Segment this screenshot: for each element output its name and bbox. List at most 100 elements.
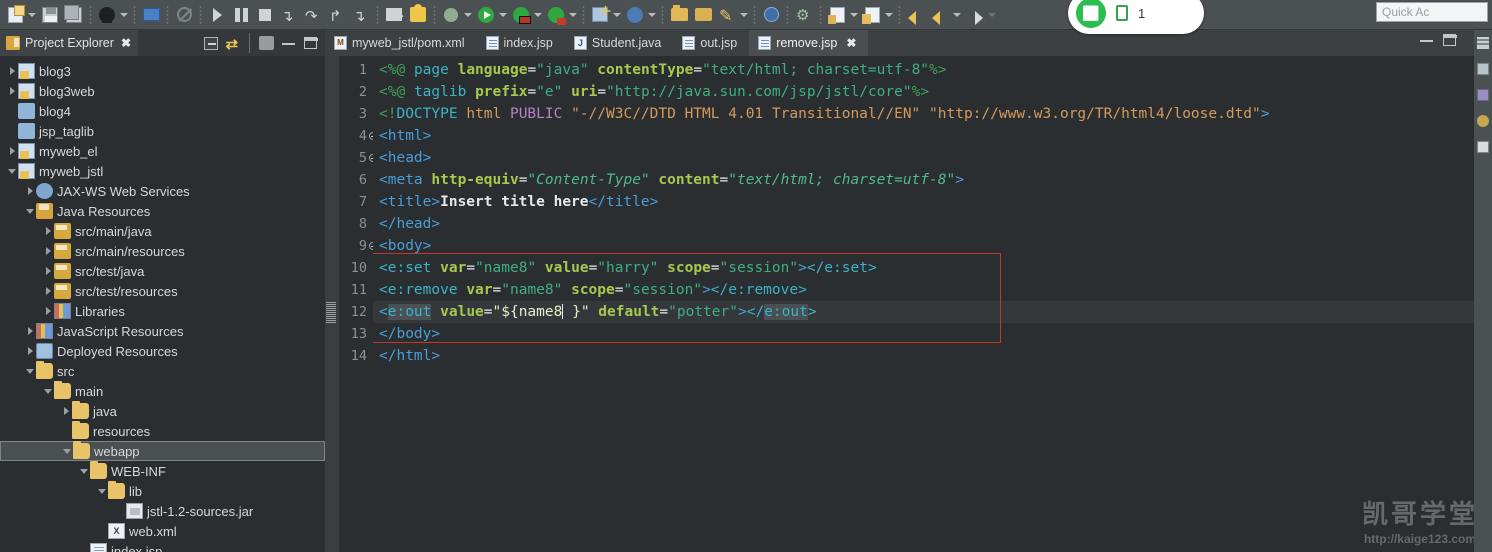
code-line-13[interactable]: </body> (373, 323, 1492, 345)
code-line-12[interactable]: <e:out value="${name8 }" default="potter… (373, 301, 1492, 323)
code-line-2[interactable]: <%@ taglib prefix="e" uri="http://java.s… (373, 81, 1492, 103)
run-button[interactable] (474, 2, 509, 28)
tree-item-index-jsp[interactable]: index.jsp (0, 541, 325, 552)
step-return-button[interactable] (325, 2, 349, 28)
user-profile-button[interactable] (95, 2, 130, 28)
tree-item-web-xml[interactable]: Xweb.xml (0, 521, 325, 541)
step-over-button[interactable] (301, 2, 325, 28)
chevron-down-icon[interactable] (738, 4, 749, 26)
next-annotation-button[interactable] (860, 2, 895, 28)
expand-twisty-icon[interactable] (24, 341, 36, 361)
quick-access-input[interactable]: Quick Ac (1376, 2, 1488, 22)
code-line-10[interactable]: <e:set var="name8" value="harry" scope="… (373, 257, 1492, 279)
code-line-5[interactable]: <head> (373, 147, 1492, 169)
editor-tab-remove-jsp[interactable]: remove.jsp ✖ (749, 30, 869, 56)
collapse-twisty-icon[interactable] (61, 441, 73, 461)
code-line-6[interactable]: <meta http-equiv="Content-Type" content=… (373, 169, 1492, 191)
forward-button[interactable] (963, 2, 998, 28)
code-line-11[interactable]: <e:remove var="name8" scope="session"></… (373, 279, 1492, 301)
open-web-browser-button[interactable] (759, 2, 783, 28)
resume-button[interactable] (205, 2, 229, 28)
new-wizard-button[interactable] (3, 2, 38, 28)
editor-tab-student-java[interactable]: J Student.java (565, 30, 674, 56)
chevron-down-icon[interactable] (883, 4, 894, 26)
terminate-button[interactable] (253, 2, 277, 28)
code-line-8[interactable]: </head> (373, 213, 1492, 235)
open-type-button[interactable] (667, 2, 691, 28)
tree-item-deployed-resources[interactable]: Deployed Resources (0, 341, 325, 361)
tree-item-blog4[interactable]: blog4 (0, 101, 325, 121)
chevron-down-icon[interactable] (986, 4, 997, 26)
tree-item-blog3web[interactable]: blog3web (0, 81, 325, 101)
chevron-down-icon[interactable] (462, 4, 473, 26)
tree-item-libraries[interactable]: Libraries (0, 301, 325, 321)
maximize-button[interactable] (299, 32, 321, 54)
chevron-down-icon[interactable] (611, 4, 622, 26)
tree-item-lib[interactable]: lib (0, 481, 325, 501)
tree-item-src-test-resources[interactable]: src/test/resources (0, 281, 325, 301)
tree-item-main[interactable]: main (0, 381, 325, 401)
editor-maximize-button[interactable] (1443, 34, 1457, 46)
tree-item-java-resources[interactable]: Java Resources (0, 201, 325, 221)
code-line-1[interactable]: <%@ page language="java" contentType="te… (373, 59, 1492, 81)
new-server-button[interactable] (382, 2, 406, 28)
skip-breakpoints-button[interactable] (172, 2, 196, 28)
expand-twisty-icon[interactable] (42, 241, 54, 261)
tree-item-jax-ws-web-services[interactable]: JAX-WS Web Services (0, 181, 325, 201)
expand-twisty-icon[interactable] (42, 221, 54, 241)
new-project-wizard-button[interactable] (588, 1, 623, 28)
tree-item-blog3[interactable]: blog3 (0, 61, 325, 81)
run-external-tools-button[interactable] (509, 2, 544, 28)
expand-twisty-icon[interactable] (24, 321, 36, 341)
editor-minimize-button[interactable] (1420, 38, 1433, 42)
fastview-properties-button[interactable] (1474, 134, 1492, 160)
chevron-down-icon[interactable] (848, 4, 859, 26)
editor-marker-gutter[interactable] (325, 56, 339, 552)
editor-tab-index-jsp[interactable]: index.jsp (477, 30, 565, 56)
save-all-button[interactable] (62, 2, 86, 28)
step-into-button[interactable] (277, 2, 301, 28)
tree-item-webapp[interactable]: webapp (0, 441, 325, 461)
tree-item-javascript-resources[interactable]: JavaScript Resources (0, 321, 325, 341)
fastview-outline-button[interactable] (1474, 30, 1492, 56)
collapse-twisty-icon[interactable] (6, 161, 18, 181)
code-line-3[interactable]: <!DOCTYPE html PUBLIC "-//W3C//DTD HTML … (373, 103, 1492, 125)
svn-button[interactable] (623, 2, 658, 28)
close-icon[interactable]: ✖ (121, 36, 131, 50)
tree-item-java[interactable]: java (0, 401, 325, 421)
code-text-area[interactable]: <%@ page language="java" contentType="te… (373, 56, 1492, 552)
floating-status-widget[interactable]: 1 (1068, 0, 1204, 34)
chevron-down-icon[interactable] (26, 4, 37, 26)
tree-item-src-test-java[interactable]: src/test/java (0, 261, 325, 281)
expand-twisty-icon[interactable] (42, 301, 54, 321)
project-tree[interactable]: blog3 blog3web blog4 jsp_taglib myweb_el mywe… (0, 56, 325, 552)
chevron-down-icon[interactable] (532, 4, 543, 26)
tree-item-src-main-resources[interactable]: src/main/resources (0, 241, 325, 261)
collapse-twisty-icon[interactable] (78, 461, 90, 481)
view-menu-button[interactable] (255, 32, 277, 54)
minimize-button[interactable] (277, 32, 299, 54)
editor-tab-myweb-jstl-pom-xml[interactable]: Mmyweb_jstl/pom.xml (325, 30, 477, 56)
chevron-down-icon[interactable] (118, 4, 129, 26)
expand-twisty-icon[interactable] (24, 181, 36, 201)
tree-item-web-inf[interactable]: WEB-INF (0, 461, 325, 481)
collapse-twisty-icon[interactable] (96, 481, 108, 501)
code-line-14[interactable]: </html> (373, 345, 1492, 367)
fastview-snippets-button[interactable] (1474, 82, 1492, 108)
tree-item-jstl-1-2-sources-jar[interactable]: jstl-1.2-sources.jar (0, 501, 325, 521)
fastview-palette-button[interactable] (1474, 108, 1492, 134)
expand-twisty-icon[interactable] (6, 61, 18, 81)
suspend-button[interactable] (229, 2, 253, 28)
expand-twisty-icon[interactable] (42, 281, 54, 301)
chevron-down-icon[interactable] (567, 4, 578, 26)
edit-button[interactable] (715, 2, 750, 28)
expand-twisty-icon[interactable] (42, 261, 54, 281)
code-line-9[interactable]: <body> (373, 235, 1492, 257)
fastview-servers-button[interactable] (1474, 56, 1492, 82)
editor-tab-out-jsp[interactable]: out.jsp (673, 30, 749, 56)
previous-annotation-button[interactable] (825, 2, 860, 28)
chevron-down-icon[interactable] (497, 4, 508, 26)
tree-item-resources[interactable]: resources (0, 421, 325, 441)
tree-item-src[interactable]: src (0, 361, 325, 381)
tree-item-myweb-jstl[interactable]: myweb_jstl (0, 161, 325, 181)
